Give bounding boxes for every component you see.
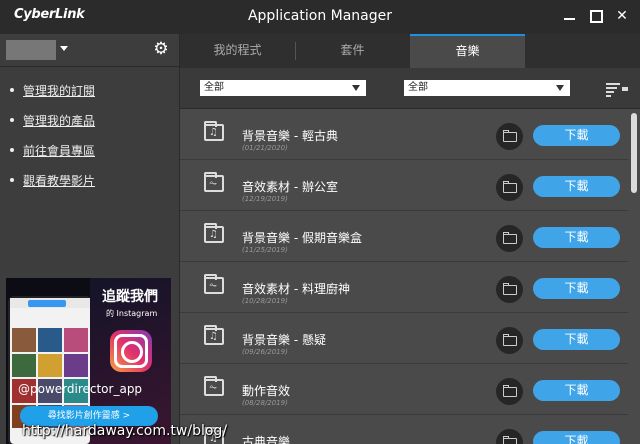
list-item: ♫ 背景音樂 - 懸疑 (09/26/2019) 下載 (180, 313, 628, 364)
watermark-text: http://hardaway.com.tw/blog/ (22, 423, 228, 439)
download-button[interactable]: 下載 (533, 431, 620, 444)
filter-bar: 全部 全部 (180, 68, 640, 109)
sidebar-link-member-zone[interactable]: 前往會員專區 (10, 142, 95, 172)
minimize-icon (564, 18, 575, 20)
maximize-icon (590, 10, 603, 23)
sidebar: ⚙ 管理我的訂閱 管理我的產品 前往會員專區 觀看教學影片 追蹤我們 的 Ins… (0, 34, 180, 444)
music-file-icon: ♫ (204, 223, 224, 243)
music-file-icon: ♫ (204, 121, 224, 141)
item-date: (10/28/2019) (242, 297, 288, 305)
promo-subtitle: 的 Instagram (106, 309, 158, 318)
download-button[interactable]: 下載 (533, 227, 620, 248)
close-button[interactable]: ✕ (612, 6, 632, 26)
list-scrollbar[interactable] (628, 109, 640, 444)
tab-bar: 我的程式 套件 音樂 (180, 34, 640, 68)
sound-effect-file-icon: ⏦ (204, 376, 224, 396)
download-button[interactable]: 下載 (533, 176, 620, 197)
gear-icon[interactable]: ⚙ (151, 39, 171, 59)
list-item: ♫ 古典音樂 下載 (180, 415, 628, 444)
tab-my-programs[interactable]: 我的程式 (180, 34, 295, 68)
chevron-down-icon (352, 85, 360, 91)
item-date: (12/19/2019) (242, 195, 288, 203)
item-date: (08/28/2019) (242, 399, 288, 407)
open-folder-button[interactable] (496, 225, 523, 252)
scrollbar-thumb[interactable] (631, 113, 637, 193)
close-icon: ✕ (616, 8, 628, 24)
category-select-value: 全部 (204, 82, 224, 93)
list-item: ⏦ 動作音效 (08/28/2019) 下載 (180, 364, 628, 415)
item-name: 背景音樂 - 懸疑 (242, 333, 326, 347)
instagram-icon (110, 330, 152, 372)
download-button[interactable]: 下載 (533, 125, 620, 146)
music-item-list: ♫ 背景音樂 - 輕古典 (01/21/2020) 下載 ⏦ 音效素材 - 辦公… (180, 109, 628, 444)
sound-effect-file-icon: ⏦ (204, 172, 224, 192)
title-bar: CyberLink Application Manager ✕ (0, 0, 640, 34)
music-file-icon: ♫ (204, 325, 224, 345)
tab-packs[interactable]: 套件 (295, 34, 410, 68)
open-folder-button[interactable] (496, 174, 523, 201)
sound-effect-file-icon: ⏦ (204, 274, 224, 294)
open-folder-button[interactable] (496, 327, 523, 354)
date-select[interactable]: 全部 (404, 80, 570, 96)
sidebar-link-manage-subscription[interactable]: 管理我的訂閱 (10, 82, 95, 112)
open-folder-button[interactable] (496, 123, 523, 150)
minimize-button[interactable] (560, 6, 580, 26)
item-date: (09/26/2019) (242, 348, 288, 356)
sidebar-menu: 管理我的訂閱 管理我的產品 前往會員專區 觀看教學影片 (10, 82, 95, 202)
sidebar-divider (0, 66, 179, 67)
chevron-down-icon (556, 85, 564, 91)
date-select-value: 全部 (408, 82, 428, 93)
category-select[interactable]: 全部 (200, 80, 366, 96)
download-button[interactable]: 下載 (533, 278, 620, 299)
chevron-down-icon[interactable] (60, 46, 68, 51)
open-folder-button[interactable] (496, 429, 523, 444)
list-item: ⏦ 音效素材 - 料理廚神 (10/28/2019) 下載 (180, 262, 628, 313)
item-date: (01/21/2020) (242, 144, 288, 152)
item-name: 背景音樂 - 輕古典 (242, 129, 338, 143)
download-button[interactable]: 下載 (533, 380, 620, 401)
sort-icon[interactable] (606, 82, 628, 97)
item-name: 古典音樂 (242, 435, 291, 444)
list-item: ⏦ 音效素材 - 辦公室 (12/19/2019) 下載 (180, 160, 628, 211)
open-folder-button[interactable] (496, 378, 523, 405)
account-selector[interactable] (6, 40, 56, 60)
promo-title: 追蹤我們 (102, 289, 158, 305)
item-name: 音效素材 - 料理廚神 (242, 282, 350, 296)
sidebar-link-manage-products[interactable]: 管理我的產品 (10, 112, 95, 142)
promo-handle: @powerdirector_app (18, 382, 143, 396)
list-item: ♫ 背景音樂 - 假期音樂盒 (11/25/2019) 下載 (180, 211, 628, 262)
maximize-button[interactable] (586, 6, 606, 26)
window-title: Application Manager (247, 8, 393, 24)
item-date: (11/25/2019) (242, 246, 288, 254)
tab-music[interactable]: 音樂 (410, 34, 525, 68)
download-button[interactable]: 下載 (533, 329, 620, 350)
sidebar-link-tutorials[interactable]: 觀看教學影片 (10, 172, 95, 202)
instagram-promo-banner[interactable]: 追蹤我們 的 Instagram @powerdirector_app 尋找影片… (6, 278, 171, 444)
item-name: 背景音樂 - 假期音樂盒 (242, 231, 362, 245)
open-folder-button[interactable] (496, 276, 523, 303)
list-item: ♫ 背景音樂 - 輕古典 (01/21/2020) 下載 (180, 109, 628, 160)
item-name: 動作音效 (242, 384, 291, 398)
item-name: 音效素材 - 辦公室 (242, 180, 338, 194)
